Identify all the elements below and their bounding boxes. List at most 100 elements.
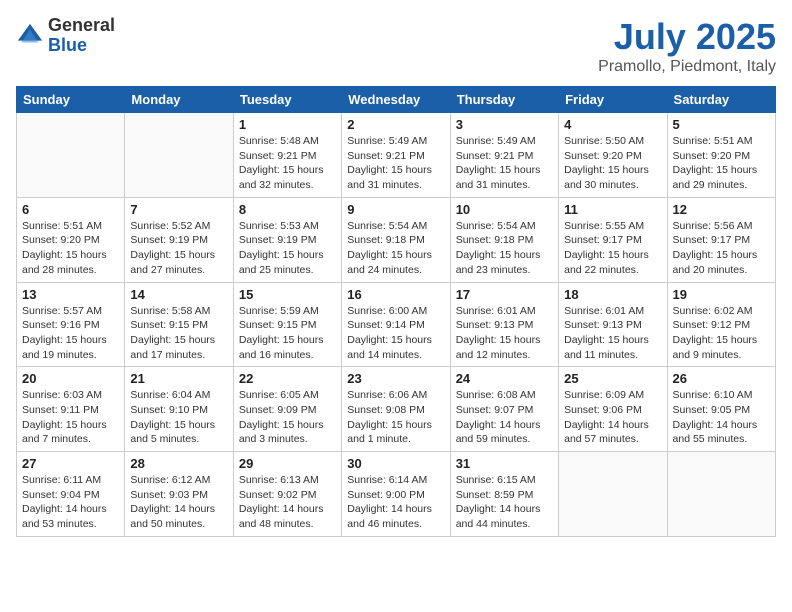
day-number: 30 xyxy=(347,456,444,471)
calendar-cell: 27 Sunrise: 6:11 AM Sunset: 9:04 PM Dayli… xyxy=(17,452,125,537)
day-info: Sunrise: 6:04 AM Sunset: 9:10 PM Dayligh… xyxy=(130,388,227,447)
calendar-cell: 11 Sunrise: 5:55 AM Sunset: 9:17 PM Dayli… xyxy=(559,197,667,282)
day-info: Sunrise: 6:10 AM Sunset: 9:05 PM Dayligh… xyxy=(673,388,770,447)
day-number: 11 xyxy=(564,202,661,217)
day-info: Sunrise: 6:15 AM Sunset: 8:59 PM Dayligh… xyxy=(456,473,553,532)
calendar-cell: 30Sunrise: 6:14 AM Sunset: 9:00 PM Dayli… xyxy=(342,452,450,537)
day-number: 18 xyxy=(564,287,661,302)
day-number: 10 xyxy=(456,202,553,217)
calendar-cell: 12Sunrise: 5:56 AM Sunset: 9:17 PM Dayli… xyxy=(667,197,775,282)
day-number: 21 xyxy=(130,371,227,386)
day-info: Sunrise: 5:59 AM Sunset: 9:15 PM Dayligh… xyxy=(239,304,336,363)
day-info: Sunrise: 6:05 AM Sunset: 9:09 PM Dayligh… xyxy=(239,388,336,447)
calendar-cell xyxy=(667,452,775,537)
calendar-week-1: 1 Sunrise: 5:48 AM Sunset: 9:21 PM Daylig… xyxy=(17,113,776,198)
day-number: 20 xyxy=(22,371,119,386)
calendar-cell: 7Sunrise: 5:52 AM Sunset: 9:19 PM Daylig… xyxy=(125,197,233,282)
day-info: Sunrise: 5:51 AM Sunset: 9:20 PM Dayligh… xyxy=(673,134,770,193)
day-info: Sunrise: 5:49 AM Sunset: 9:21 PM Dayligh… xyxy=(456,134,553,193)
day-info: Sunrise: 5:51 AM Sunset: 9:20 PM Dayligh… xyxy=(22,219,119,278)
calendar-cell: 28Sunrise: 6:12 AM Sunset: 9:03 PM Dayli… xyxy=(125,452,233,537)
calendar-cell: 3Sunrise: 5:49 AM Sunset: 9:21 PM Daylig… xyxy=(450,113,558,198)
calendar-header-row: SundayMondayTuesdayWednesdayThursdayFrid… xyxy=(17,87,776,113)
calendar-header-friday: Friday xyxy=(559,87,667,113)
day-number: 8 xyxy=(239,202,336,217)
logo-blue: Blue xyxy=(48,36,115,56)
day-info: Sunrise: 6:01 AM Sunset: 9:13 PM Dayligh… xyxy=(456,304,553,363)
day-number: 1 xyxy=(239,117,336,132)
day-number: 16 xyxy=(347,287,444,302)
day-info: Sunrise: 5:54 AM Sunset: 9:18 PM Dayligh… xyxy=(347,219,444,278)
day-info: Sunrise: 5:57 AM Sunset: 9:16 PM Dayligh… xyxy=(22,304,119,363)
calendar-cell: 23 Sunrise: 6:06 AM Sunset: 9:08 PM Dayli… xyxy=(342,367,450,452)
day-info: Sunrise: 5:58 AM Sunset: 9:15 PM Dayligh… xyxy=(130,304,227,363)
day-number: 17 xyxy=(456,287,553,302)
calendar-cell: 31 Sunrise: 6:15 AM Sunset: 8:59 PM Dayli… xyxy=(450,452,558,537)
logo-text: General Blue xyxy=(48,16,115,56)
day-info: Sunrise: 5:55 AM Sunset: 9:17 PM Dayligh… xyxy=(564,219,661,278)
calendar-cell: 20Sunrise: 6:03 AM Sunset: 9:11 PM Dayli… xyxy=(17,367,125,452)
day-number: 7 xyxy=(130,202,227,217)
calendar-cell: 21 Sunrise: 6:04 AM Sunset: 9:10 PM Dayli… xyxy=(125,367,233,452)
calendar-cell: 8Sunrise: 5:53 AM Sunset: 9:19 PM Daylig… xyxy=(233,197,341,282)
calendar-cell: 26Sunrise: 6:10 AM Sunset: 9:05 PM Dayli… xyxy=(667,367,775,452)
day-number: 25 xyxy=(564,371,661,386)
calendar-cell: 24Sunrise: 6:08 AM Sunset: 9:07 PM Dayli… xyxy=(450,367,558,452)
day-number: 9 xyxy=(347,202,444,217)
day-number: 15 xyxy=(239,287,336,302)
day-number: 29 xyxy=(239,456,336,471)
calendar-cell: 25Sunrise: 6:09 AM Sunset: 9:06 PM Dayli… xyxy=(559,367,667,452)
day-info: Sunrise: 6:11 AM Sunset: 9:04 PM Dayligh… xyxy=(22,473,119,532)
calendar-cell xyxy=(17,113,125,198)
logo-icon xyxy=(16,22,44,50)
calendar-cell: 9 Sunrise: 5:54 AM Sunset: 9:18 PM Daylig… xyxy=(342,197,450,282)
calendar-cell: 13 Sunrise: 5:57 AM Sunset: 9:16 PM Dayli… xyxy=(17,282,125,367)
calendar-cell: 18 Sunrise: 6:01 AM Sunset: 9:13 PM Dayli… xyxy=(559,282,667,367)
day-number: 27 xyxy=(22,456,119,471)
calendar-header-sunday: Sunday xyxy=(17,87,125,113)
day-number: 19 xyxy=(673,287,770,302)
calendar-cell: 4Sunrise: 5:50 AM Sunset: 9:20 PM Daylig… xyxy=(559,113,667,198)
calendar-cell: 5 Sunrise: 5:51 AM Sunset: 9:20 PM Daylig… xyxy=(667,113,775,198)
calendar-week-3: 13 Sunrise: 5:57 AM Sunset: 9:16 PM Dayli… xyxy=(17,282,776,367)
calendar-week-4: 20Sunrise: 6:03 AM Sunset: 9:11 PM Dayli… xyxy=(17,367,776,452)
calendar-week-5: 27 Sunrise: 6:11 AM Sunset: 9:04 PM Dayli… xyxy=(17,452,776,537)
calendar-header-wednesday: Wednesday xyxy=(342,87,450,113)
day-info: Sunrise: 6:06 AM Sunset: 9:08 PM Dayligh… xyxy=(347,388,444,447)
calendar-table: SundayMondayTuesdayWednesdayThursdayFrid… xyxy=(16,86,776,537)
day-number: 12 xyxy=(673,202,770,217)
calendar-cell: 2Sunrise: 5:49 AM Sunset: 9:21 PM Daylig… xyxy=(342,113,450,198)
day-number: 5 xyxy=(673,117,770,132)
day-number: 24 xyxy=(456,371,553,386)
calendar-week-2: 6Sunrise: 5:51 AM Sunset: 9:20 PM Daylig… xyxy=(17,197,776,282)
title-block: July 2025 Pramollo, Piedmont, Italy xyxy=(598,16,776,76)
calendar-cell: 1 Sunrise: 5:48 AM Sunset: 9:21 PM Daylig… xyxy=(233,113,341,198)
calendar-cell xyxy=(125,113,233,198)
logo-general: General xyxy=(48,16,115,36)
day-number: 14 xyxy=(130,287,227,302)
day-info: Sunrise: 5:48 AM Sunset: 9:21 PM Dayligh… xyxy=(239,134,336,193)
calendar-cell: 19 Sunrise: 6:02 AM Sunset: 9:12 PM Dayli… xyxy=(667,282,775,367)
day-info: Sunrise: 6:00 AM Sunset: 9:14 PM Dayligh… xyxy=(347,304,444,363)
day-info: Sunrise: 5:49 AM Sunset: 9:21 PM Dayligh… xyxy=(347,134,444,193)
day-info: Sunrise: 5:54 AM Sunset: 9:18 PM Dayligh… xyxy=(456,219,553,278)
calendar-cell: 22 Sunrise: 6:05 AM Sunset: 9:09 PM Dayli… xyxy=(233,367,341,452)
day-number: 4 xyxy=(564,117,661,132)
logo: General Blue xyxy=(16,16,115,56)
calendar-cell: 29Sunrise: 6:13 AM Sunset: 9:02 PM Dayli… xyxy=(233,452,341,537)
location: Pramollo, Piedmont, Italy xyxy=(598,58,776,76)
day-number: 28 xyxy=(130,456,227,471)
month-title: July 2025 xyxy=(598,16,776,58)
calendar-cell: 16 Sunrise: 6:00 AM Sunset: 9:14 PM Dayli… xyxy=(342,282,450,367)
calendar-cell: 10 Sunrise: 5:54 AM Sunset: 9:18 PM Dayli… xyxy=(450,197,558,282)
calendar-header-tuesday: Tuesday xyxy=(233,87,341,113)
day-info: Sunrise: 6:02 AM Sunset: 9:12 PM Dayligh… xyxy=(673,304,770,363)
day-number: 23 xyxy=(347,371,444,386)
day-number: 13 xyxy=(22,287,119,302)
day-number: 31 xyxy=(456,456,553,471)
day-number: 22 xyxy=(239,371,336,386)
calendar-cell: 15 Sunrise: 5:59 AM Sunset: 9:15 PM Dayli… xyxy=(233,282,341,367)
calendar-header-thursday: Thursday xyxy=(450,87,558,113)
calendar-cell: 17 Sunrise: 6:01 AM Sunset: 9:13 PM Dayli… xyxy=(450,282,558,367)
day-info: Sunrise: 6:01 AM Sunset: 9:13 PM Dayligh… xyxy=(564,304,661,363)
